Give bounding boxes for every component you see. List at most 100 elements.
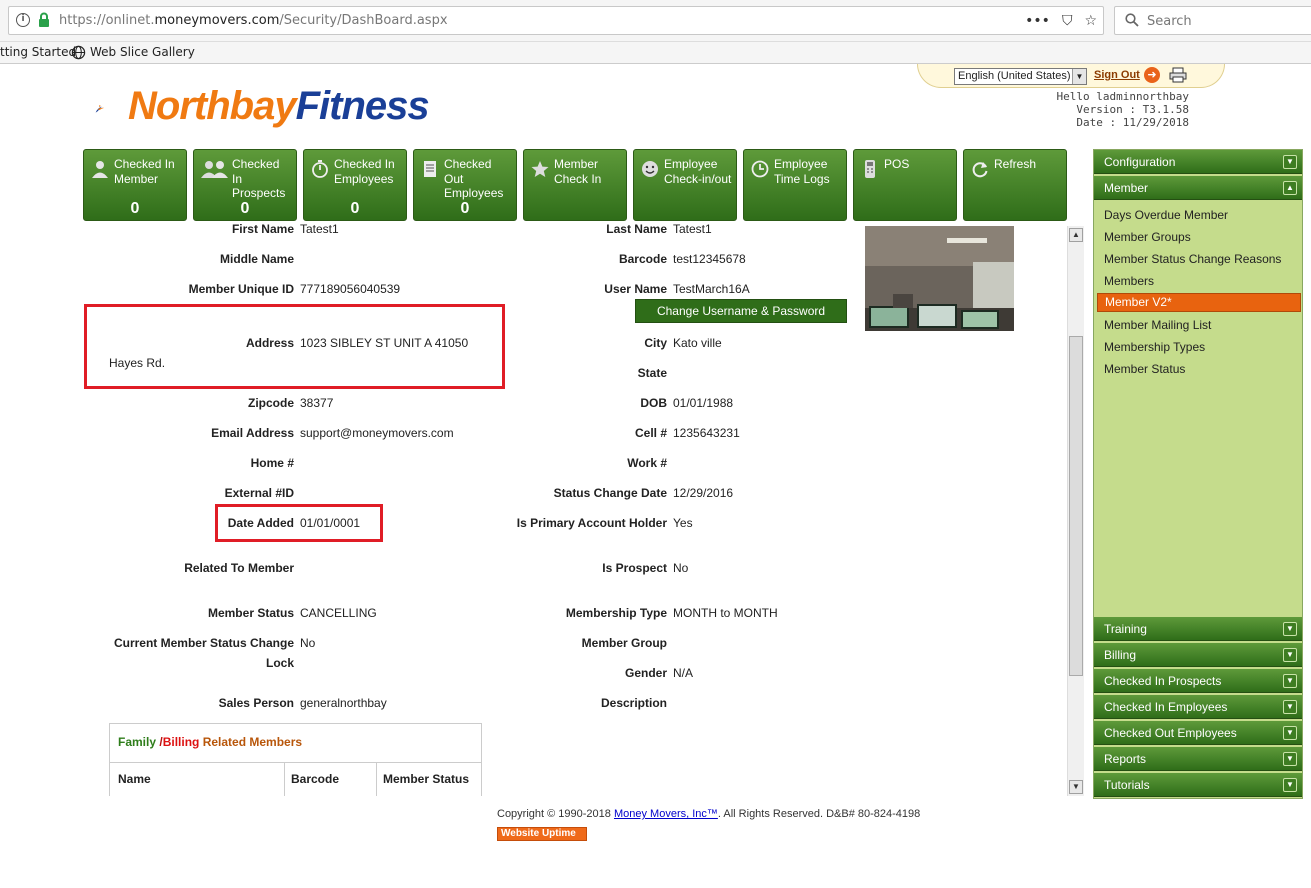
url-text[interactable]: https://onlinet.moneymovers.com/Security… [59,13,448,28]
refresh-icon [972,162,988,178]
logo: NorthbayFitness [128,84,430,128]
star-icon [531,161,549,177]
tile-pos[interactable]: POS [853,149,957,221]
sidebar-section-billing[interactable]: Billing ▼ [1094,643,1302,667]
print-icon[interactable] [1169,67,1187,83]
related-members-table: Family /Billing Related Members Name Bar… [109,723,482,796]
receipt-icon [424,161,436,177]
tile-member-check-in[interactable]: Member Check In [523,149,627,221]
info-icon[interactable]: i [16,13,30,27]
user-name-label: User Name [604,282,667,296]
website-uptime-badge[interactable]: Website Uptime [497,827,587,841]
sidebar-section-member[interactable]: Member ▲ [1094,176,1302,200]
tile-refresh[interactable]: Refresh [963,149,1067,221]
sidebar-section-checked-in-prospects[interactable]: Checked In Prospects ▼ [1094,669,1302,693]
tile-count: 0 [460,200,470,217]
sidebar-item-member-v2[interactable]: Member V2* [1097,293,1301,312]
tile-label: Checked In Prospects [232,157,286,200]
last-name-value: Tatest1 [673,224,712,236]
middle-name-label: Middle Name [219,252,294,266]
dob-label: DOB [640,396,667,410]
sidebar-navigation: Configuration ▼ Member ▲ Days Overdue Me… [1093,149,1303,799]
home-phone-label: Home # [250,456,294,470]
tile-count: 0 [240,200,250,217]
chevron-up-icon: ▲ [1283,181,1297,195]
member-status-label: Member Status [207,606,294,620]
column-header-member-status[interactable]: Member Status [383,772,469,786]
company-link[interactable]: Money Movers, Inc™ [614,808,718,820]
scrollbar-thumb[interactable] [1069,336,1083,676]
sidebar-item-days-overdue-member[interactable]: Days Overdue Member [1104,208,1228,222]
sidebar-section-training[interactable]: Training ▼ [1094,617,1302,641]
smiley-icon [642,161,658,177]
sign-out-link[interactable]: Sign Out [1094,69,1140,81]
bookmark-getting-started[interactable]: tting Started [0,45,76,59]
status-change-date-value: 12/29/2016 [673,486,734,500]
tile-checked-in-employees[interactable]: Checked In Employees 0 [303,149,407,221]
date-added-highlight [215,504,383,542]
bookmark-web-slice-gallery[interactable]: Web Slice Gallery [90,45,195,59]
email-address-value: support@moneymovers.com [300,426,454,440]
language-select[interactable]: English (United States) ▼ [954,68,1087,85]
sidebar-section-tutorials[interactable]: Tutorials ▼ [1094,773,1302,797]
user-name-value: TestMarch16A [673,282,750,296]
primary-account-holder-label: Is Primary Account Holder [516,516,667,530]
bookmark-star-icon[interactable]: ☆ [1084,13,1097,29]
chevron-down-icon: ▼ [1283,726,1297,740]
arrow-right-icon[interactable]: ➜ [1144,67,1160,83]
sidebar-item-member-groups[interactable]: Member Groups [1104,230,1191,244]
person-icon [92,161,108,178]
search-icon [1125,13,1139,27]
people-icon [201,161,228,178]
is-prospect-label: Is Prospect [602,561,667,575]
email-address-label: Email Address [211,426,294,440]
tile-count: 0 [130,200,140,217]
chevron-down-icon: ▼ [1283,648,1297,662]
sidebar-item-member-mailing-list[interactable]: Member Mailing List [1104,318,1211,332]
tile-checked-in-member[interactable]: Checked In Member 0 [83,149,187,221]
change-username-password-button[interactable]: Change Username & Password [635,299,847,323]
scroll-down-icon[interactable]: ▼ [1069,780,1083,794]
dob-value: 01/01/1988 [673,396,734,410]
version: Version : T3.1.58 [1076,103,1189,116]
sidebar-item-member-status[interactable]: Member Status [1104,362,1185,376]
tile-checked-out-employees[interactable]: Checked Out Employees 0 [413,149,517,221]
clock-icon [751,160,769,178]
sidebar-section-reports[interactable]: Reports ▼ [1094,747,1302,771]
scroll-up-icon[interactable]: ▲ [1069,228,1083,242]
tile-label: Checked Out Employees [444,157,504,200]
address-bar[interactable]: i https://onlinet.moneymovers.com/Securi… [8,6,1104,35]
description-label: Description [600,696,667,710]
sidebar-section-checked-in-employees[interactable]: Checked In Employees ▼ [1094,695,1302,719]
browser-search-input[interactable]: Search [1114,6,1311,35]
gender-value: N/A [673,666,694,680]
sidebar-section-checked-out-employees[interactable]: Checked Out Employees ▼ [1094,721,1302,745]
tile-employee-time-logs[interactable]: Employee Time Logs [743,149,847,221]
member-unique-id-value: 777189056040539 [300,282,401,296]
more-actions-icon[interactable]: ••• [1025,13,1050,29]
status-change-lock-label: Current Member Status Change [113,636,294,650]
chevron-down-icon: ▼ [1283,752,1297,766]
user-info: Hello ladminnorthbay Version : T3.1.58 Dat… [1057,90,1189,129]
sidebar-item-members[interactable]: Members [1104,274,1154,288]
cell-value: 1235643231 [673,426,740,440]
chevron-down-icon: ▼ [1283,622,1297,636]
tile-employee-check-in-out[interactable]: Employee Check-in/out [633,149,737,221]
status-change-date-label: Status Change Date [553,486,667,500]
is-prospect-value: No [673,561,689,575]
column-header-name[interactable]: Name [118,772,151,786]
sidebar-section-configuration[interactable]: Configuration ▼ [1094,150,1302,174]
tile-checked-in-prospects[interactable]: Checked In Prospects 0 [193,149,297,221]
sidebar-item-member-status-change-reasons[interactable]: Member Status Change Reasons [1104,252,1281,266]
column-header-barcode[interactable]: Barcode [291,772,339,786]
sidebar-item-membership-types[interactable]: Membership Types [1104,340,1205,354]
zipcode-label: Zipcode [247,396,294,410]
zipcode-value: 38377 [300,396,334,410]
related-to-member-label: Related To Member [184,561,294,575]
search-placeholder: Search [1147,14,1192,29]
content-scrollbar[interactable]: ▲ ▼ [1067,226,1084,796]
tile-label: Checked In Member [114,157,175,186]
pocket-icon[interactable]: ⛉ [1062,13,1073,29]
member-photo [865,226,1014,331]
tile-label: Checked In Employees [334,157,395,186]
